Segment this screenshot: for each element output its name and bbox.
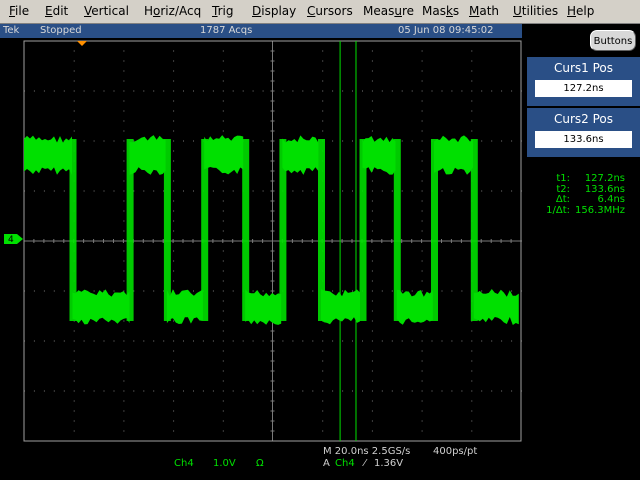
cursor2-position-panel[interactable]: Curs2 Pos 133.6ns [527, 108, 640, 157]
trigger-position-icon [77, 41, 87, 46]
waveform-edge [201, 139, 209, 321]
waveform-display[interactable]: 4 [0, 38, 522, 450]
channel-name: Ch4 [174, 458, 194, 469]
waveform-edge [69, 139, 77, 321]
waveform-segment [396, 289, 433, 325]
waveform-edge [279, 139, 287, 321]
waveform-segment [72, 289, 130, 325]
waveform-edge [242, 139, 250, 321]
status-bar: Tek Stopped 1787 Acqs 05 Jun 08 09:45:02 [0, 24, 522, 38]
menu-item[interactable]: Measure [363, 4, 414, 18]
acquisition-count: 1787 Acqs [200, 25, 253, 36]
center-axes [23, 40, 522, 442]
acquisition-state: Stopped [40, 25, 82, 36]
readout-label: t1: [556, 173, 570, 184]
waveform-segment [129, 135, 166, 175]
date-time: 05 Jun 08 09:45:02 [398, 25, 494, 36]
timebase-readout: M 20.0ns 2.5GS/s [323, 446, 411, 457]
menu-item[interactable]: Utilities [513, 4, 558, 18]
waveform-segment [166, 289, 203, 324]
channel-scale: 1.0V [213, 458, 236, 469]
waveform-edge [359, 139, 367, 321]
waveform-segment [362, 136, 396, 175]
readout-value: 156.3MHz [575, 205, 626, 216]
cursor2-value-field[interactable]: 133.6ns [535, 131, 632, 148]
cursor1-title: Curs1 Pos [553, 61, 614, 75]
menu-item[interactable]: Help [567, 4, 594, 18]
menu-item[interactable]: Cursors [307, 4, 353, 18]
brand-label: Tek [3, 25, 20, 36]
channel4-marker-label: 4 [8, 235, 14, 245]
cursor1-value-field[interactable]: 127.2ns [535, 80, 632, 97]
trigger-source: Ch4 [335, 458, 355, 469]
menu-item[interactable]: Vertical [84, 4, 129, 18]
waveform-edge [126, 139, 134, 321]
waveform-segment [434, 135, 473, 175]
readout-label: 1/Δt: [546, 205, 570, 216]
cursor1-position-panel[interactable]: Curs1 Pos 127.2ns [527, 57, 640, 106]
menu-item[interactable]: Trig [212, 4, 233, 18]
trigger-level: 1.36V [374, 458, 404, 469]
readout-value: 127.2ns [584, 173, 625, 184]
trigger-mode: A [323, 458, 330, 469]
menu-item[interactable]: Masks [422, 4, 459, 18]
menu-item[interactable]: Horiz/Acq [144, 4, 201, 18]
trigger-slope-icon: ⁄ [364, 458, 366, 469]
menu-bar: File Edit Vertical Horiz/Acq Trig Display Curs… [0, 0, 640, 24]
channel-coupling-ohm-icon: Ω [256, 458, 264, 469]
waveform-edge [163, 139, 171, 321]
waveform-segment [282, 135, 319, 175]
waveform-segment [245, 289, 282, 325]
menu-item[interactable]: File [9, 4, 29, 18]
waveform-edge [431, 139, 438, 321]
waveform-segment [204, 135, 244, 175]
menu-item[interactable]: Display [252, 4, 296, 18]
readout-value: 6.4ns [597, 194, 625, 205]
waveform-edge [470, 139, 478, 321]
waveform-segment [24, 135, 72, 175]
waveform-segment [473, 289, 519, 325]
menu-item[interactable]: Edit [45, 4, 68, 18]
readout-label: Δt: [555, 194, 570, 205]
waveform-edge [318, 139, 325, 321]
cursor2-title: Curs2 Pos [553, 112, 614, 126]
waveform-edge [393, 139, 401, 321]
buttons-button[interactable]: Buttons [590, 30, 636, 51]
menu-item[interactable]: Math [469, 4, 499, 18]
sample-interval-readout: 400ps/pt [433, 446, 478, 457]
